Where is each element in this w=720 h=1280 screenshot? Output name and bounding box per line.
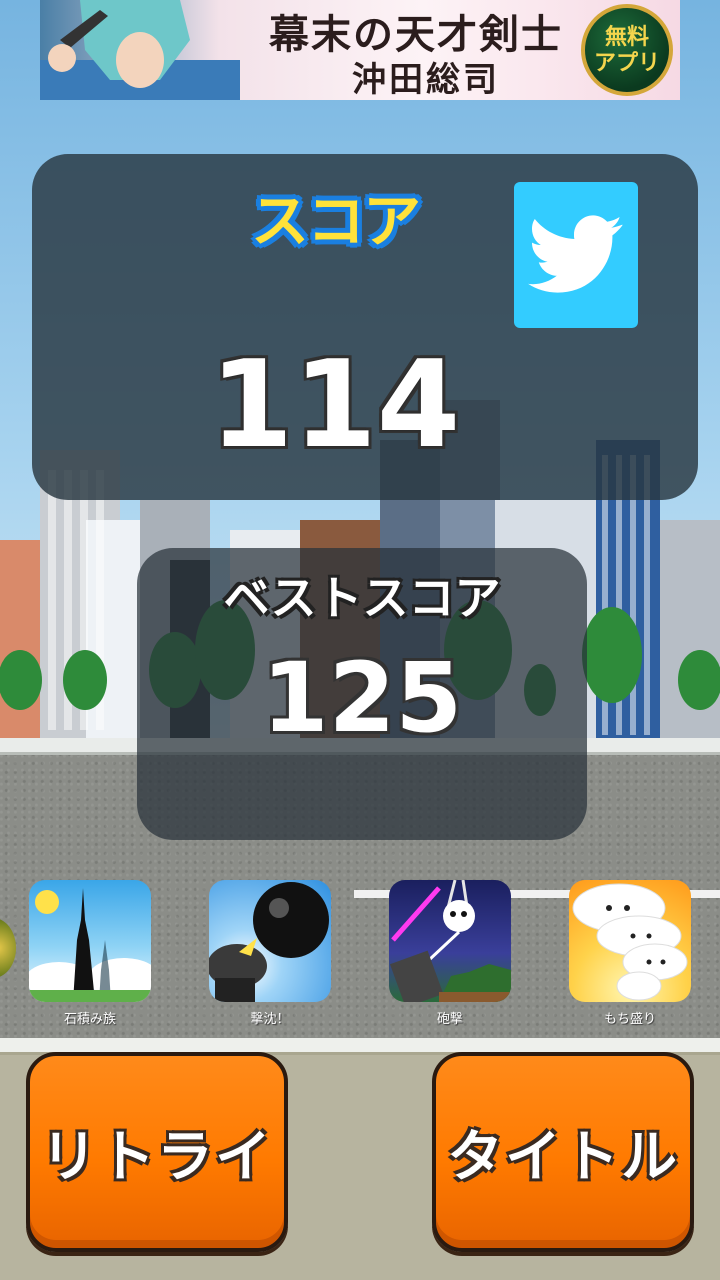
app-item[interactable]: もち盛り [568,880,692,1027]
ad-subtitle: 沖田総司 [352,60,500,100]
app-item[interactable]: 石積み族 [28,880,152,1027]
title-button[interactable]: タイトル [432,1052,694,1252]
twitter-bird-icon [528,215,623,293]
best-score-panel: ベストスコア 125 [137,548,587,840]
best-score-label: ベストスコア [223,571,501,625]
app-recommendations: 石積み族 撃沈！ 砲撃 もち盛り [0,880,720,1030]
retry-button-label: リトライ [41,1124,273,1190]
twitter-share-button[interactable] [514,182,638,328]
app-item[interactable]: 撃沈！ [208,880,332,1027]
badge-line-2: アプリ [593,50,660,76]
ad-banner[interactable]: 幕末の天才剣士 沖田総司 無料 アプリ [40,0,680,100]
badge-line-1: 無料 [604,24,649,50]
app-name: 砲撃 [436,1012,463,1027]
mochi-app-icon [569,880,691,1002]
score-value: 114 [209,336,461,475]
samurai-character-image [40,0,240,100]
score-panel: スコア 114 [32,154,698,500]
app-name: もち盛り [603,1012,656,1027]
cannonball-app-icon [209,880,331,1002]
retry-button[interactable]: リトライ [26,1052,288,1252]
free-app-badge: 無料 アプリ [581,4,673,96]
app-name: 撃沈！ [250,1012,290,1027]
app-name: 石積み族 [63,1012,116,1027]
title-button-label: タイトル [447,1124,679,1190]
best-score-value: 125 [261,642,463,754]
cannon-night-app-icon [389,880,511,1002]
app-item[interactable]: 砲撃 [388,880,512,1027]
tower-app-icon [29,880,151,1002]
